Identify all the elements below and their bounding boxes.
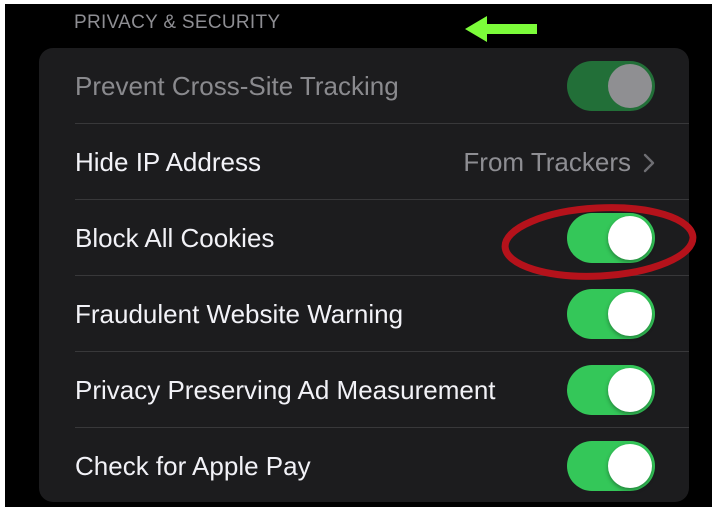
check-for-apple-pay-toggle[interactable]: [567, 441, 655, 491]
toggle-knob: [608, 368, 652, 412]
detail-value: From Trackers: [463, 147, 631, 177]
toggle-knob: [608, 216, 652, 260]
chevron-right-icon: [643, 153, 655, 173]
row-label: Fraudulent Website Warning: [75, 299, 404, 329]
prevent-cross-site-tracking-toggle[interactable]: [567, 61, 655, 111]
row-label: Prevent Cross-Site Tracking: [75, 71, 399, 101]
row-label: Privacy Preserving Ad Measurement: [75, 375, 496, 405]
row-label: Check for Apple Pay: [75, 451, 311, 481]
toggle-knob: [608, 292, 652, 336]
row-privacy-preserving-ad-measurement: Privacy Preserving Ad Measurement: [39, 352, 689, 428]
row-check-for-apple-pay: Check for Apple Pay: [39, 428, 689, 502]
row-fraudulent-website-warning: Fraudulent Website Warning: [39, 276, 689, 352]
settings-group: Prevent Cross-Site Tracking Hide IP Addr…: [39, 48, 689, 502]
row-block-all-cookies: Block All Cookies: [39, 200, 689, 276]
toggle-knob: [608, 64, 652, 108]
fraudulent-website-warning-toggle[interactable]: [567, 289, 655, 339]
hide-ip-detail: From Trackers: [463, 124, 655, 200]
left-arrow-icon: [465, 16, 537, 42]
block-all-cookies-toggle[interactable]: [567, 213, 655, 263]
toggle-knob: [608, 444, 652, 488]
row-hide-ip-address[interactable]: Hide IP Address From Trackers: [39, 124, 689, 200]
settings-screen: PRIVACY & SECURITY Prevent Cross-Site Tr…: [5, 4, 712, 507]
row-prevent-cross-site-tracking: Prevent Cross-Site Tracking: [39, 48, 689, 124]
section-header: PRIVACY & SECURITY: [74, 12, 281, 33]
row-label: Block All Cookies: [75, 223, 275, 253]
privacy-preserving-ad-measurement-toggle[interactable]: [567, 365, 655, 415]
row-label: Hide IP Address: [75, 147, 261, 177]
